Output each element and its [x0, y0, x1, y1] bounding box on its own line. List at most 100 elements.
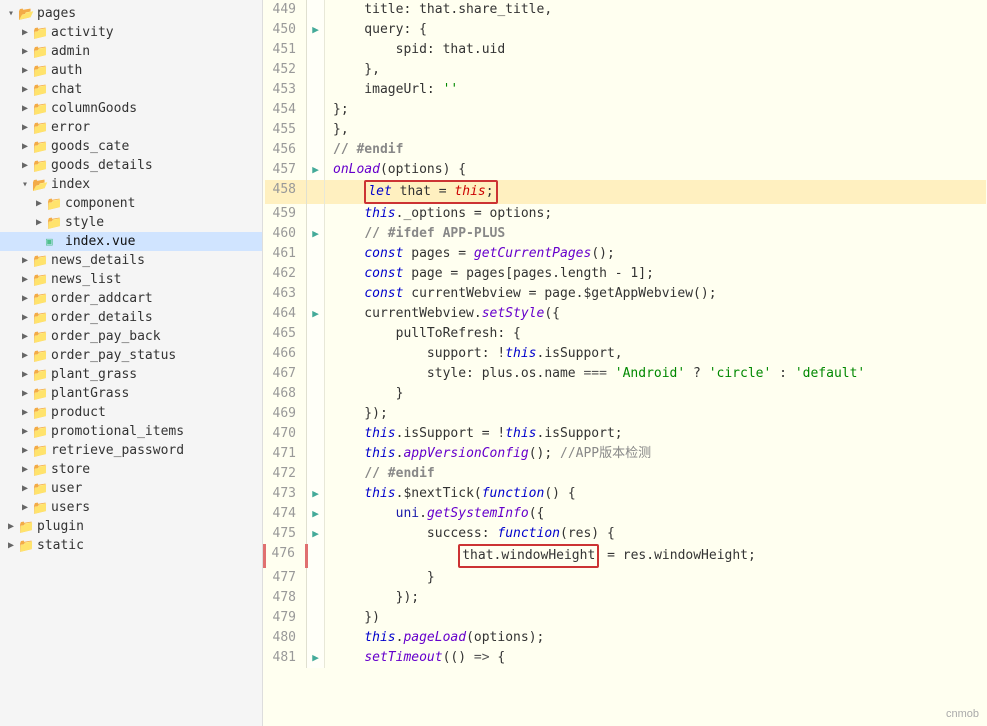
sidebar-label-users: users: [51, 500, 90, 515]
code-line-472: 472 // #endif: [265, 464, 986, 484]
sidebar-item-columnGoods[interactable]: ▶📁columnGoods: [0, 99, 262, 118]
line-content: onLoad(options) {: [325, 160, 986, 180]
sidebar-item-plantGrass[interactable]: ▶📁plantGrass: [0, 384, 262, 403]
line-gutter: [307, 140, 325, 160]
sidebar-item-auth[interactable]: ▶📁auth: [0, 61, 262, 80]
sidebar-label-retrieve_password: retrieve_password: [51, 443, 184, 458]
folder-icon: 📁: [46, 197, 62, 211]
sidebar-label-product: product: [51, 405, 106, 420]
line-gutter: ▶: [307, 648, 325, 668]
sidebar-label-plant_grass: plant_grass: [51, 367, 137, 382]
code-line-469: 469 });: [265, 404, 986, 424]
tree-arrow-news_list: ▶: [18, 274, 32, 285]
code-line-468: 468 }: [265, 384, 986, 404]
sidebar-label-order_pay_back: order_pay_back: [51, 329, 161, 344]
line-content: pullToRefresh: {: [325, 324, 986, 344]
sidebar-item-goods_details[interactable]: ▶📁goods_details: [0, 156, 262, 175]
folder-icon: 📁: [32, 159, 48, 173]
line-content: this.pageLoad(options);: [325, 628, 986, 648]
sidebar-item-chat[interactable]: ▶📁chat: [0, 80, 262, 99]
vue-file-icon: ▣: [46, 235, 62, 249]
sidebar-item-order_pay_status[interactable]: ▶📁order_pay_status: [0, 346, 262, 365]
file-tree[interactable]: ▾📂pages▶📁activity▶📁admin▶📁auth▶📁chat▶📁co…: [0, 0, 263, 726]
folder-icon: 📁: [32, 102, 48, 116]
tree-arrow-product: ▶: [18, 407, 32, 418]
line-content: query: {: [325, 20, 986, 40]
line-gutter: [307, 40, 325, 60]
line-gutter: ▶: [307, 304, 325, 324]
code-line-476: 476 that.windowHeight = res.windowHeight…: [265, 544, 986, 568]
line-gutter: [307, 364, 325, 384]
line-gutter: [307, 544, 325, 568]
folder-icon: 📁: [32, 45, 48, 59]
line-number: 456: [265, 140, 307, 160]
line-number: 469: [265, 404, 307, 424]
sidebar-item-order_details[interactable]: ▶📁order_details: [0, 308, 262, 327]
sidebar-item-index[interactable]: ▾📂index: [0, 175, 262, 194]
sidebar-item-order_addcart[interactable]: ▶📁order_addcart: [0, 289, 262, 308]
tree-arrow-static: ▶: [4, 540, 18, 551]
code-line-479: 479 }): [265, 608, 986, 628]
sidebar-item-users[interactable]: ▶📁users: [0, 498, 262, 517]
tree-arrow-admin: ▶: [18, 46, 32, 57]
code-line-449: 449 title: that.share_title,: [265, 0, 986, 20]
sidebar-item-style[interactable]: ▶📁style: [0, 213, 262, 232]
folder-icon: 📁: [32, 64, 48, 78]
sidebar-item-plugin[interactable]: ▶📁plugin: [0, 517, 262, 536]
code-line-456: 456// #endif: [265, 140, 986, 160]
sidebar-item-error[interactable]: ▶📁error: [0, 118, 262, 137]
line-gutter: ▶: [307, 504, 325, 524]
line-number: 465: [265, 324, 307, 344]
sidebar-item-goods_cate[interactable]: ▶📁goods_cate: [0, 137, 262, 156]
tree-arrow-style: ▶: [32, 217, 46, 228]
sidebar-item-component[interactable]: ▶📁component: [0, 194, 262, 213]
sidebar-item-admin[interactable]: ▶📁admin: [0, 42, 262, 61]
sidebar-item-promotional_items[interactable]: ▶📁promotional_items: [0, 422, 262, 441]
line-number: 473: [265, 484, 307, 504]
line-content: currentWebview.setStyle({: [325, 304, 986, 324]
tree-arrow-order_pay_status: ▶: [18, 350, 32, 361]
line-number: 457: [265, 160, 307, 180]
line-gutter: [307, 180, 325, 204]
sidebar-item-news_list[interactable]: ▶📁news_list: [0, 270, 262, 289]
line-number: 452: [265, 60, 307, 80]
sidebar-item-news_details[interactable]: ▶📁news_details: [0, 251, 262, 270]
highlight-box-windowheight: that.windowHeight: [458, 544, 599, 568]
line-gutter: ▶: [307, 160, 325, 180]
sidebar-label-goods_details: goods_details: [51, 158, 153, 173]
line-gutter: [307, 264, 325, 284]
sidebar-item-store[interactable]: ▶📁store: [0, 460, 262, 479]
sidebar-item-pages[interactable]: ▾📂pages: [0, 4, 262, 23]
line-content: });: [325, 404, 986, 424]
sidebar-item-index.vue[interactable]: ▣index.vue: [0, 232, 262, 251]
folder-icon: 📁: [32, 140, 48, 154]
folder-icon: 📁: [32, 368, 48, 382]
folder-icon: 📁: [32, 463, 48, 477]
sidebar-item-retrieve_password[interactable]: ▶📁retrieve_password: [0, 441, 262, 460]
sidebar-label-style: style: [65, 215, 104, 230]
sidebar-label-order_addcart: order_addcart: [51, 291, 153, 306]
line-number: 468: [265, 384, 307, 404]
line-gutter: [307, 204, 325, 224]
line-content: this.appVersionConfig(); //APP版本检测: [325, 444, 986, 464]
code-line-455: 455},: [265, 120, 986, 140]
code-line-473: 473▶ this.$nextTick(function() {: [265, 484, 986, 504]
sidebar-item-static[interactable]: ▶📁static: [0, 536, 262, 555]
sidebar-label-plantGrass: plantGrass: [51, 386, 129, 401]
sidebar-item-user[interactable]: ▶📁user: [0, 479, 262, 498]
sidebar-item-activity[interactable]: ▶📁activity: [0, 23, 262, 42]
sidebar-item-product[interactable]: ▶📁product: [0, 403, 262, 422]
code-line-461: 461 const pages = getCurrentPages();: [265, 244, 986, 264]
line-number: 458: [265, 180, 307, 204]
folder-icon: 📁: [32, 406, 48, 420]
tree-arrow-error: ▶: [18, 122, 32, 133]
line-number: 475: [265, 524, 307, 544]
sidebar-item-plant_grass[interactable]: ▶📁plant_grass: [0, 365, 262, 384]
line-number: 451: [265, 40, 307, 60]
line-number: 454: [265, 100, 307, 120]
line-content: const page = pages[pages.length - 1];: [325, 264, 986, 284]
line-content: this._options = options;: [325, 204, 986, 224]
code-line-465: 465 pullToRefresh: {: [265, 324, 986, 344]
sidebar-item-order_pay_back[interactable]: ▶📁order_pay_back: [0, 327, 262, 346]
line-gutter: [307, 424, 325, 444]
